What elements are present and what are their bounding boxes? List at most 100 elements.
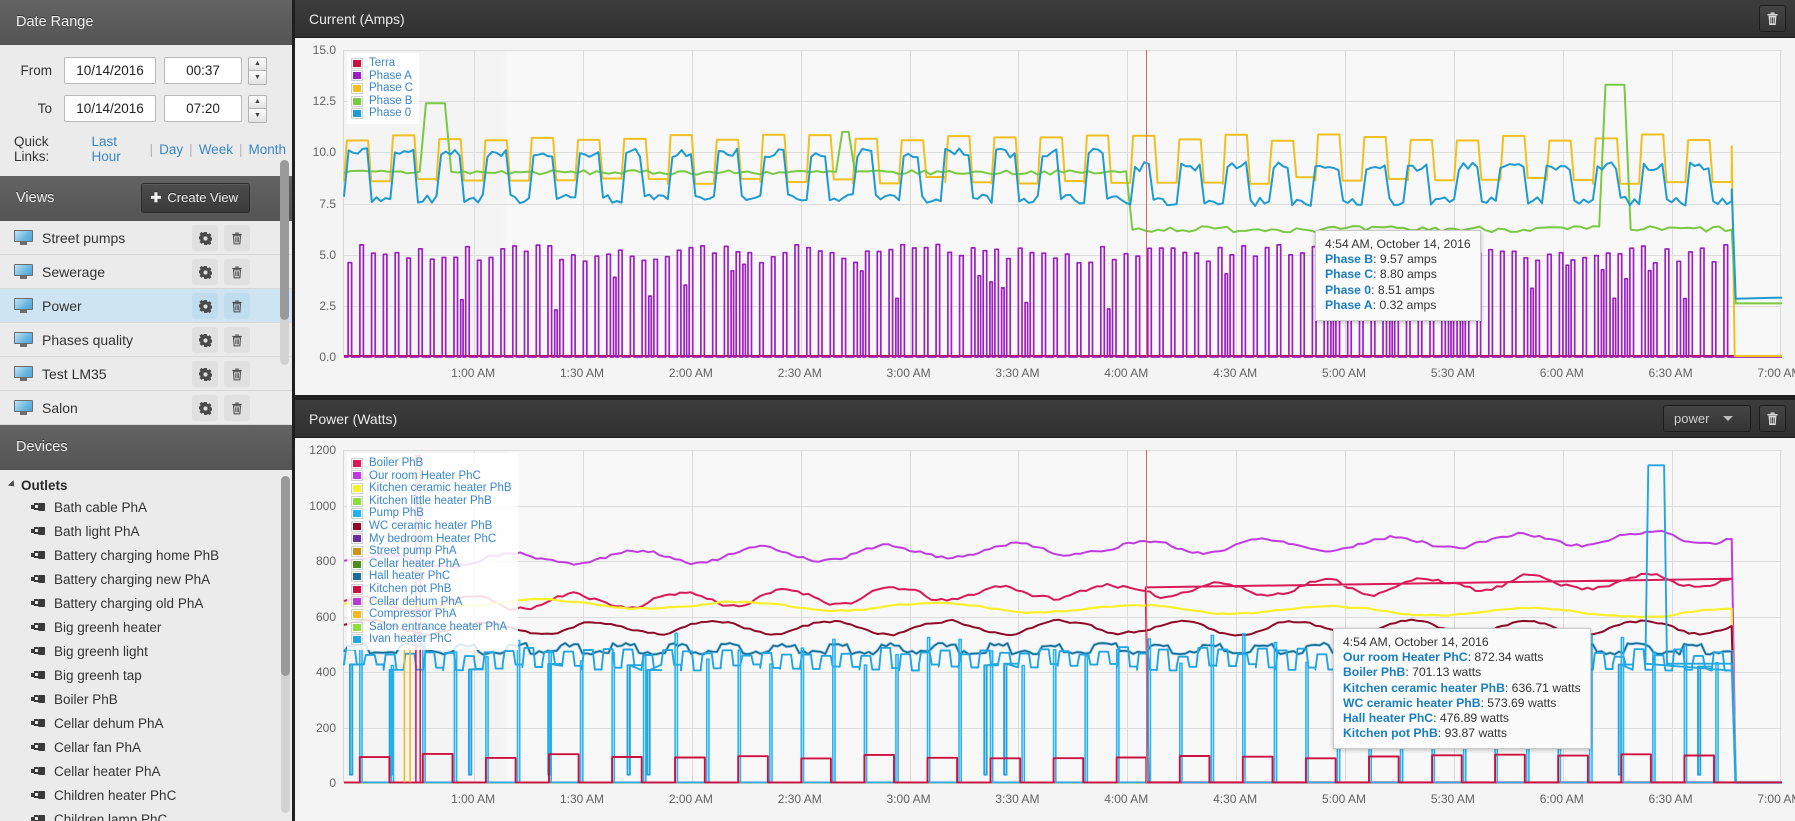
quick-link-month[interactable]: Month — [242, 142, 292, 157]
legend-item[interactable]: Hall heater PhC — [351, 570, 512, 583]
legend-item[interactable]: Ivan heater PhC — [351, 633, 512, 646]
device-item[interactable]: Big greenh heater — [0, 615, 292, 639]
view-delete-button[interactable] — [224, 327, 250, 353]
x-axis-tick-label: 4:30 AM — [1213, 366, 1258, 380]
tooltip-series-name: Hall heater PhC — [1343, 711, 1434, 726]
legend-item[interactable]: Kitchen ceramic heater PhB — [351, 482, 512, 495]
x-axis-tick-label: 4:30 AM — [1213, 792, 1258, 806]
legend-item[interactable]: WC ceramic heater PhB — [351, 520, 512, 533]
views-scrollbar-thumb[interactable] — [280, 160, 289, 320]
legend-item[interactable]: Kitchen pot PhB — [351, 583, 512, 596]
legend-item[interactable]: Salon entrance heater PhA — [351, 621, 512, 634]
legend-item[interactable]: Our room Heater PhC — [351, 470, 512, 483]
quick-link-week[interactable]: Week — [193, 142, 239, 157]
trash-icon — [1767, 11, 1778, 25]
to-date-input[interactable] — [64, 95, 156, 122]
device-item[interactable]: Battery charging home PhB — [0, 543, 292, 567]
legend-item[interactable]: Phase A — [351, 70, 413, 83]
device-item[interactable]: Bath cable PhA — [0, 495, 292, 519]
legend-item[interactable]: Terra — [351, 57, 413, 70]
quick-link-day[interactable]: Day — [153, 142, 189, 157]
trash-icon — [232, 402, 242, 414]
view-item-salon[interactable]: Salon — [0, 391, 292, 425]
devices-scrollbar-thumb[interactable] — [281, 476, 290, 676]
view-delete-button[interactable] — [224, 293, 250, 319]
from-label: From — [20, 63, 53, 78]
legend-item[interactable]: Pump PhB — [351, 507, 512, 520]
view-settings-button[interactable] — [192, 395, 218, 421]
from-time-stepper-down[interactable]: ▼ — [248, 70, 267, 85]
device-item-label: Big greenh heater — [54, 619, 162, 635]
to-time-stepper-up[interactable]: ▲ — [248, 94, 267, 108]
from-date-input[interactable] — [64, 57, 156, 84]
view-item-sewerage[interactable]: Sewerage — [0, 255, 292, 289]
plus-icon: ✚ — [150, 190, 162, 205]
device-item-label: Battery charging new PhA — [54, 571, 211, 587]
legend-item[interactable]: Phase 0 — [351, 107, 413, 120]
legend-label: Kitchen little heater PhB — [369, 494, 492, 507]
to-time-stepper[interactable]: ▲ ▼ — [248, 94, 267, 123]
tooltip-row: WC ceramic heater PhB: 573.69 watts — [1343, 695, 1557, 710]
legend-item[interactable]: Cellar dehum PhA — [351, 596, 512, 609]
view-settings-button[interactable] — [192, 225, 218, 251]
tooltip-timestamp: 4:54 AM, October 14, 2016 — [1343, 635, 1489, 649]
legend-color-swatch — [351, 634, 363, 646]
quick-link-last-hour[interactable]: Last Hour — [86, 134, 150, 164]
device-item[interactable]: Boiler PhB — [0, 687, 292, 711]
view-item-test-lm35[interactable]: Test LM35 — [0, 357, 292, 391]
device-item[interactable]: Big greenh tap — [0, 663, 292, 687]
to-time-stepper-down[interactable]: ▼ — [248, 108, 267, 123]
plot-area[interactable] — [343, 50, 1783, 358]
device-item[interactable]: Cellar heater PhA — [0, 759, 292, 783]
chart-delete-button-power[interactable] — [1759, 405, 1786, 432]
device-group-outlets[interactable]: Outlets — [0, 470, 292, 495]
to-time-input[interactable] — [164, 95, 242, 122]
create-view-button[interactable]: ✚ Create View — [140, 183, 250, 213]
legend-item[interactable]: Cellar heater PhA — [351, 558, 512, 571]
legend-item[interactable]: Street pump PhA — [351, 545, 512, 558]
chart-body-power[interactable]: 0 200 400 600 800 1000 1200 1:00 AM 1:30 AM 2:00 … — [295, 438, 1795, 821]
view-settings-button[interactable] — [192, 259, 218, 285]
device-item[interactable]: Bath light PhA — [0, 519, 292, 543]
legend-item[interactable]: Boiler PhB — [351, 457, 512, 470]
monitor-icon — [14, 400, 33, 415]
device-item[interactable]: Cellar dehum PhA — [0, 711, 292, 735]
device-item-label: Children heater PhC — [54, 787, 177, 803]
device-item[interactable]: Battery charging new PhA — [0, 567, 292, 591]
device-item[interactable]: Children heater PhC — [0, 783, 292, 807]
legend-item[interactable]: Phase C — [351, 82, 413, 95]
legend-item[interactable]: Phase B — [351, 95, 413, 108]
legend-label: Phase C — [369, 82, 414, 95]
view-delete-button[interactable] — [224, 225, 250, 251]
legend-item[interactable]: My bedroom Heater PhC — [351, 533, 512, 546]
views-scrollbar[interactable] — [280, 160, 289, 365]
from-time-stepper[interactable]: ▲ ▼ — [248, 56, 267, 85]
device-item-label: Cellar dehum PhA — [54, 715, 164, 731]
legend-item[interactable]: Compressor PhA — [351, 608, 512, 621]
view-item-street-pumps[interactable]: Street pumps — [0, 221, 292, 255]
metric-select[interactable]: power — [1663, 405, 1751, 432]
device-item[interactable]: Big greenh light — [0, 639, 292, 663]
view-delete-button[interactable] — [224, 361, 250, 387]
device-item[interactable]: Battery charging old PhA — [0, 591, 292, 615]
legend-color-swatch — [351, 608, 363, 620]
chart-delete-button-current[interactable] — [1759, 5, 1786, 32]
device-item[interactable]: Children lamp PhC — [0, 807, 292, 821]
view-settings-button[interactable] — [192, 293, 218, 319]
device-item[interactable]: Cellar fan PhA — [0, 735, 292, 759]
view-item-power[interactable]: Power — [0, 289, 292, 323]
tooltip-series-value: 573.69 watts — [1487, 695, 1557, 710]
from-time-stepper-up[interactable]: ▲ — [248, 56, 267, 70]
view-settings-button[interactable] — [192, 327, 218, 353]
legend-color-swatch — [351, 508, 363, 520]
devices-scrollbar[interactable] — [281, 476, 290, 813]
chart-body-current[interactable]: 0.0 2.5 5.0 7.5 10.0 12.5 15.0 1:00 AM 1:30 AM 2:… — [295, 38, 1795, 395]
legend-item[interactable]: Kitchen little heater PhB — [351, 495, 512, 508]
tooltip-row: Phase B: 9.57 amps — [1325, 252, 1437, 267]
view-delete-button[interactable] — [224, 395, 250, 421]
view-delete-button[interactable] — [224, 259, 250, 285]
view-settings-button[interactable] — [192, 361, 218, 387]
view-item-phases-quality[interactable]: Phases quality — [0, 323, 292, 357]
x-axis-tick-label: 5:30 AM — [1430, 366, 1475, 380]
from-time-input[interactable] — [164, 57, 242, 84]
